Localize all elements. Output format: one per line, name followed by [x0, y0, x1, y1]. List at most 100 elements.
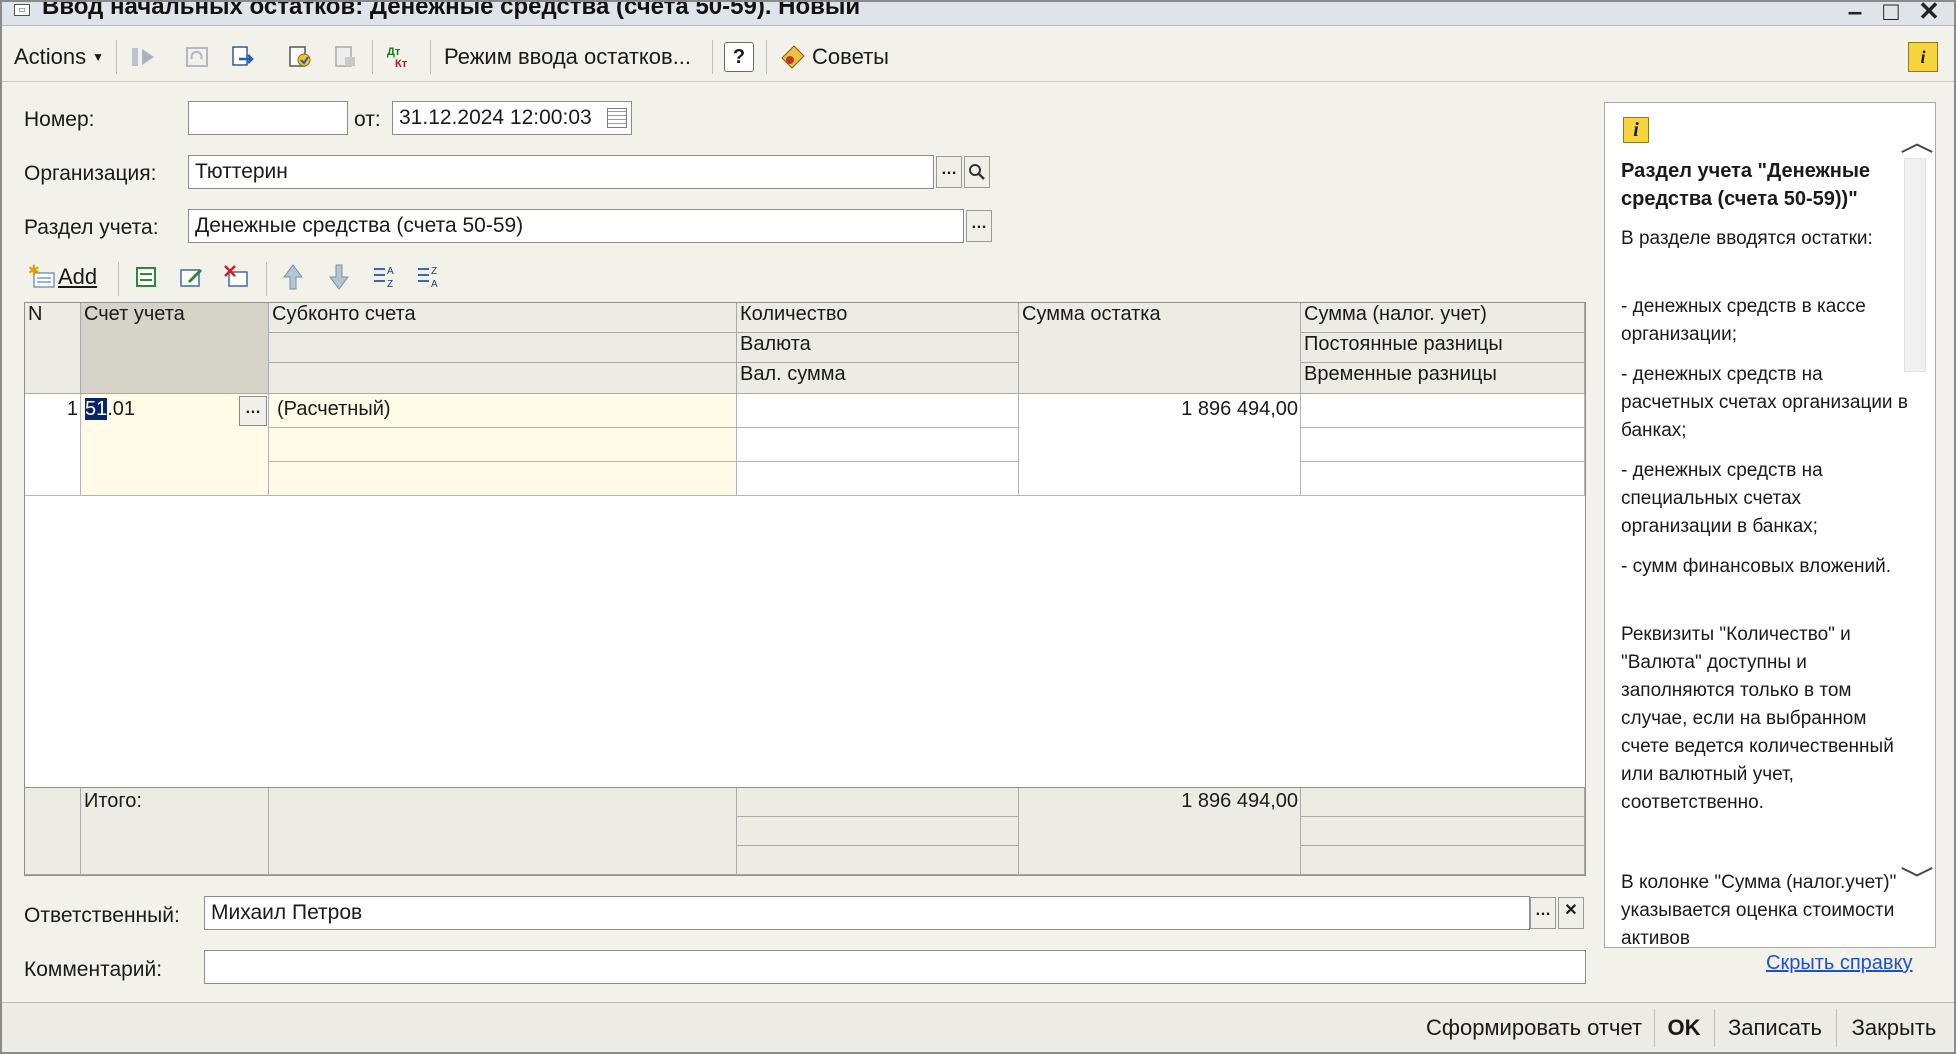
col-account-header[interactable]: Счет учета [81, 303, 269, 394]
total-temp-diff [1301, 846, 1585, 875]
organization-select-button[interactable]: … [936, 156, 962, 188]
help-button[interactable]: ? [724, 42, 754, 72]
help-paragraph-2: - денежных средств в кассе организации; [1621, 296, 1866, 345]
comment-field[interactable] [204, 950, 1586, 984]
responsible-field[interactable]: Михаил Петров [204, 896, 1530, 930]
scroll-thumb[interactable] [1904, 158, 1926, 372]
move-up-icon[interactable] [278, 262, 308, 292]
col-subconto-header[interactable]: Субконто счета [269, 303, 737, 333]
help-title: Раздел учета "Денежные средства (счета 5… [1621, 160, 1871, 210]
svg-text:Дт: Дт [387, 46, 401, 58]
tips-icon [781, 45, 805, 69]
organization-field[interactable]: Тюттерин [188, 155, 934, 189]
post-document-icon[interactable] [284, 42, 314, 72]
close-window-icon[interactable]: ✕ [1914, 2, 1944, 25]
col-perm-diff-header[interactable]: Постоянные разницы [1301, 333, 1585, 363]
col-n-header[interactable]: N [25, 303, 81, 394]
row-1-subconto-2[interactable] [269, 428, 737, 462]
total-currency [737, 817, 1019, 846]
document-window: ▭ Ввод начальных остатков: Денежные сред… [0, 0, 1956, 1054]
col-balance-header[interactable]: Сумма остатка [1019, 303, 1301, 394]
row-1-account-select-button[interactable]: … [239, 396, 267, 426]
scroll-down-icon[interactable]: ﹀ [1900, 860, 1934, 897]
total-n-cell [25, 787, 81, 875]
row-1-perm-diff[interactable] [1301, 428, 1585, 462]
add-label: Add [58, 264, 98, 289]
total-cur-sum [737, 846, 1019, 875]
section-select-button[interactable]: … [966, 210, 992, 242]
maximize-icon[interactable]: □ [1876, 2, 1906, 25]
date-field[interactable]: 31.12.2024 12:00:03 [392, 101, 632, 135]
row-1-tax-sum[interactable] [1301, 394, 1585, 428]
delete-row-icon[interactable] [222, 262, 252, 292]
svg-text:Кт: Кт [395, 58, 408, 70]
comment-label: Комментарий: [24, 958, 163, 981]
total-label: Итого: [81, 787, 269, 875]
balance-mode-button[interactable]: Режим ввода остатков... [444, 40, 691, 74]
row-1-currency[interactable] [737, 428, 1019, 462]
copy-row-icon[interactable] [130, 262, 160, 292]
back-arrow-icon[interactable] [128, 42, 158, 72]
unpost-document-icon[interactable] [330, 42, 360, 72]
svg-text:✱: ✱ [28, 263, 40, 278]
add-row-button[interactable]: ✱ Add [28, 260, 97, 294]
svg-text:Z: Z [387, 279, 393, 290]
total-perm-diff [1301, 817, 1585, 846]
row-1-subconto-3[interactable] [269, 462, 737, 496]
ok-button[interactable]: OK [1656, 1003, 1712, 1053]
help-paragraph-7: В колонке "Сумма (налог.учет)" указывает… [1621, 872, 1897, 948]
move-document-icon[interactable] [228, 42, 258, 72]
row-1-account-cell[interactable]: 51.01 … [81, 394, 269, 496]
responsible-clear-icon[interactable]: ✕ [1558, 897, 1584, 929]
number-field[interactable] [188, 101, 348, 135]
row-1-n: 1 [25, 394, 81, 496]
dt-kt-icon[interactable]: Дт Кт [384, 42, 414, 72]
help-scrollbar[interactable]: ︿ ﹀ [1900, 127, 1934, 896]
scroll-up-icon[interactable]: ︿ [1900, 122, 1934, 159]
col-tax-sum-header[interactable]: Сумма (налог. учет) [1301, 303, 1585, 333]
actions-label: Actions [14, 44, 87, 69]
minimize-icon[interactable]: – [1840, 2, 1870, 25]
row-1-balance[interactable]: 1 896 494,00 [1019, 394, 1301, 496]
help-paragraph-1: В разделе вводятся остатки: [1621, 228, 1873, 249]
form-icon: ▭ [14, 4, 30, 16]
total-balance: 1 896 494,00 [1019, 787, 1301, 875]
sort-ascending-icon[interactable]: AZ [370, 262, 400, 292]
refresh-icon[interactable] [182, 42, 212, 72]
total-tax-sum [1301, 787, 1585, 817]
edit-row-icon[interactable] [176, 262, 206, 292]
row-1-temp-diff[interactable] [1301, 462, 1585, 496]
move-down-icon[interactable] [324, 262, 354, 292]
help-paragraph-4: - денежных средств на специальных счетах… [1621, 460, 1823, 537]
help-paragraph-3: - денежных средств на расчетных счетах о… [1621, 364, 1908, 441]
tips-button[interactable]: Советы [778, 40, 889, 74]
sort-descending-icon[interactable]: ZA [414, 262, 444, 292]
actions-menu-button[interactable]: Actions ▼ [14, 40, 104, 74]
number-label: Номер: [24, 108, 95, 131]
close-button[interactable]: Закрыть [1838, 1003, 1950, 1053]
responsible-label: Ответственный: [24, 904, 180, 927]
col-currency-header[interactable]: Валюта [737, 333, 1019, 363]
organization-search-icon[interactable] [964, 156, 990, 188]
save-button[interactable]: Записать [1716, 1003, 1834, 1053]
responsible-select-button[interactable]: … [1530, 897, 1556, 929]
chevron-down-icon: ▼ [92, 50, 105, 64]
section-field[interactable]: Денежные средства (счета 50-59) [188, 209, 964, 243]
info-toggle-icon[interactable]: i [1908, 42, 1938, 72]
col-qty-header[interactable]: Количество [737, 303, 1019, 333]
row-1-qty[interactable] [737, 394, 1019, 428]
organization-label: Организация: [24, 162, 157, 185]
row-1-subconto-1[interactable]: (Расчетный) [269, 394, 737, 428]
svg-text:Z: Z [431, 266, 437, 277]
row-1-cur-sum[interactable] [737, 462, 1019, 496]
hide-help-link[interactable]: Скрыть справку [1766, 952, 1913, 975]
balances-table: N Счет учета Субконто счета Количество В… [24, 302, 1586, 876]
col-cur-sum-header[interactable]: Вал. сумма [737, 363, 1019, 394]
bottom-bar: Сформировать отчет OK Записать Закрыть [2, 1002, 1954, 1052]
col-temp-diff-header[interactable]: Временные разницы [1301, 363, 1585, 394]
form-report-button[interactable]: Сформировать отчет [1416, 1003, 1652, 1053]
row-1-account-selected: 51 [85, 398, 108, 420]
title-bar: ▭ Ввод начальных остатков: Денежные сред… [2, 2, 1954, 26]
svg-text:A: A [387, 266, 394, 277]
calendar-icon[interactable] [607, 108, 627, 128]
